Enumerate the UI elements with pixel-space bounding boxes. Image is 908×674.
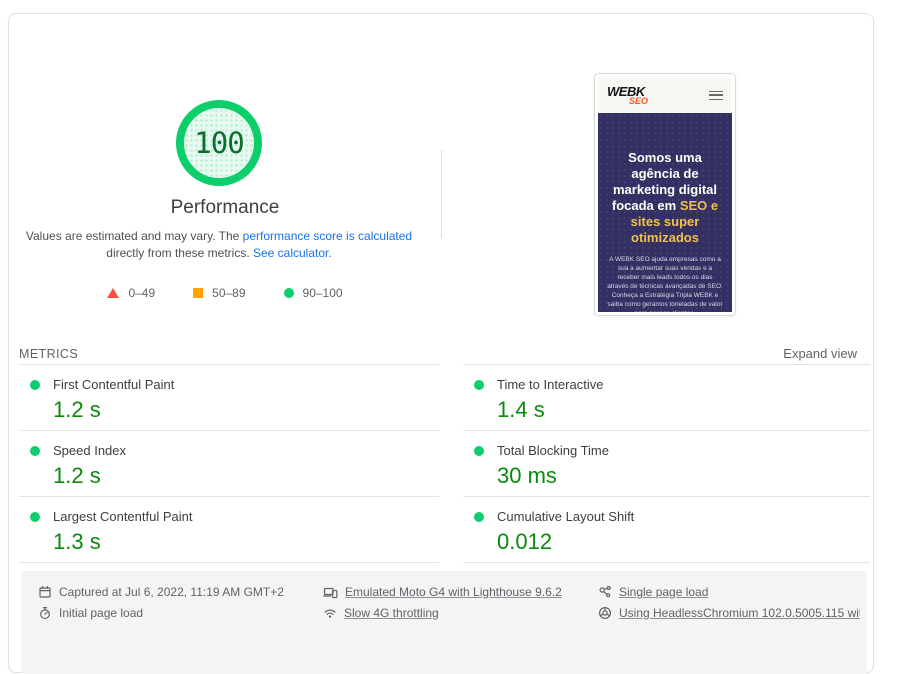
metric-label: Total Blocking Time bbox=[497, 443, 609, 458]
throttling-text: Slow 4G throttling bbox=[344, 606, 439, 620]
metric-label: Speed Index bbox=[53, 443, 126, 458]
capture-time-text: Captured at Jul 6, 2022, 11:19 AM GMT+2 bbox=[59, 585, 284, 599]
score-scale-legend: 0–49 50–89 90–100 bbox=[9, 286, 441, 300]
user-flow-icon bbox=[598, 585, 612, 599]
thumbnail-hero-section: Somos uma agência de marketing digital f… bbox=[598, 113, 732, 312]
pass-dot-icon bbox=[30, 446, 40, 456]
browser-version-item[interactable]: Using HeadlessChromium 102.0.5005.115 wi… bbox=[598, 603, 860, 622]
metric-cumulative-layout-shift: Cumulative Layout Shift 0.012 bbox=[463, 497, 870, 563]
metric-label-row: First Contentful Paint bbox=[19, 377, 439, 392]
capture-time-item: Captured at Jul 6, 2022, 11:19 AM GMT+2 bbox=[38, 582, 284, 601]
score-description: Values are estimated and may vary. The p… bbox=[19, 228, 419, 262]
footer-column-2: Emulated Moto G4 with Lighthouse 9.6.2 S… bbox=[323, 582, 562, 624]
average-square-icon bbox=[193, 288, 203, 298]
calendar-icon bbox=[38, 585, 52, 599]
metric-label: First Contentful Paint bbox=[53, 377, 174, 392]
metric-first-contentful-paint: First Contentful Paint 1.2 s bbox=[19, 365, 439, 431]
metric-value: 1.4 s bbox=[497, 397, 870, 423]
metric-label-row: Cumulative Layout Shift bbox=[463, 509, 870, 524]
metric-value: 0.012 bbox=[497, 529, 870, 555]
logo-seo-text: SEO bbox=[629, 97, 648, 106]
pass-dot-icon bbox=[30, 512, 40, 522]
thumbnail-body-text: A WEBK SEO ajuda empresas como a sua a a… bbox=[607, 255, 723, 312]
thumbnail-content: WEBK SEO Somos uma agência de marketing … bbox=[598, 77, 732, 312]
webk-seo-logo: WEBK SEO bbox=[607, 85, 648, 106]
expand-view-button[interactable]: Expand view bbox=[783, 346, 857, 361]
thumbnail-site-header: WEBK SEO bbox=[598, 77, 732, 113]
hamburger-menu-icon bbox=[709, 91, 723, 100]
fail-range-label: 0–49 bbox=[128, 286, 155, 300]
performance-score-gauge[interactable]: 100 bbox=[176, 100, 262, 186]
metrics-column-left: First Contentful Paint 1.2 s Speed Index… bbox=[19, 364, 439, 563]
browser-version-text: Using HeadlessChromium 102.0.5005.115 wi… bbox=[619, 606, 860, 620]
metric-label-row: Speed Index bbox=[19, 443, 439, 458]
description-text-1: Values are estimated and may vary. The bbox=[26, 229, 243, 243]
metric-label: Largest Contentful Paint bbox=[53, 509, 192, 524]
metric-label: Time to Interactive bbox=[497, 377, 603, 392]
page-screenshot-thumbnail: WEBK SEO Somos uma agência de marketing … bbox=[594, 73, 736, 316]
pass-dot-icon bbox=[474, 512, 484, 522]
throttling-item[interactable]: Slow 4G throttling bbox=[323, 603, 562, 622]
legend-pass: 90–100 bbox=[284, 286, 343, 300]
legend-average: 50–89 bbox=[193, 286, 245, 300]
pass-dot-icon bbox=[30, 380, 40, 390]
initial-page-load-text: Initial page load bbox=[59, 606, 143, 620]
performance-score-value: 100 bbox=[194, 126, 243, 160]
initial-page-load-item: Initial page load bbox=[38, 603, 284, 622]
chromium-icon bbox=[598, 606, 612, 620]
metric-total-blocking-time: Total Blocking Time 30 ms bbox=[463, 431, 870, 497]
footer-column-3: Single page load Using HeadlessChromium … bbox=[598, 582, 860, 624]
metric-time-to-interactive: Time to Interactive 1.4 s bbox=[463, 365, 870, 431]
score-calculation-link[interactable]: performance score is calculated bbox=[243, 229, 412, 243]
lighthouse-report-card: 100 Performance Values are estimated and… bbox=[8, 13, 874, 673]
description-text-2: directly from these metrics. bbox=[106, 246, 253, 260]
average-range-label: 50–89 bbox=[212, 286, 245, 300]
legend-fail: 0–49 bbox=[107, 286, 155, 300]
page-load-mode-text: Single page load bbox=[619, 585, 708, 599]
pass-range-label: 90–100 bbox=[303, 286, 343, 300]
metric-value: 1.2 s bbox=[53, 463, 439, 489]
see-calculator-link[interactable]: See calculator. bbox=[253, 246, 332, 260]
metric-label-row: Time to Interactive bbox=[463, 377, 870, 392]
emulated-device-text: Emulated Moto G4 with Lighthouse 9.6.2 bbox=[345, 585, 562, 599]
emulated-device-item[interactable]: Emulated Moto G4 with Lighthouse 9.6.2 bbox=[323, 582, 562, 601]
metric-speed-index: Speed Index 1.2 s bbox=[19, 431, 439, 497]
network-throttling-icon bbox=[323, 606, 337, 620]
pass-circle-icon bbox=[284, 288, 294, 298]
fail-triangle-icon bbox=[107, 288, 119, 298]
metric-label-row: Total Blocking Time bbox=[463, 443, 870, 458]
metric-value: 30 ms bbox=[497, 463, 870, 489]
metrics-section-heading: METRICS bbox=[19, 347, 78, 361]
section-divider bbox=[441, 150, 442, 238]
metric-value: 1.3 s bbox=[53, 529, 439, 555]
pass-dot-icon bbox=[474, 380, 484, 390]
footer-column-1: Captured at Jul 6, 2022, 11:19 AM GMT+2 … bbox=[38, 582, 284, 624]
thumbnail-heading: Somos uma agência de marketing digital f… bbox=[607, 150, 723, 246]
runtime-settings-footer: Captured at Jul 6, 2022, 11:19 AM GMT+2 … bbox=[21, 571, 867, 674]
pass-dot-icon bbox=[474, 446, 484, 456]
metrics-column-right: Time to Interactive 1.4 s Total Blocking… bbox=[463, 364, 870, 563]
page-load-mode-item[interactable]: Single page load bbox=[598, 582, 860, 601]
metric-label-row: Largest Contentful Paint bbox=[19, 509, 439, 524]
stopwatch-icon bbox=[38, 606, 52, 620]
performance-category-title: Performance bbox=[9, 197, 441, 219]
metric-value: 1.2 s bbox=[53, 397, 439, 423]
devices-icon bbox=[323, 585, 338, 599]
metric-label: Cumulative Layout Shift bbox=[497, 509, 634, 524]
metric-largest-contentful-paint: Largest Contentful Paint 1.3 s bbox=[19, 497, 439, 563]
